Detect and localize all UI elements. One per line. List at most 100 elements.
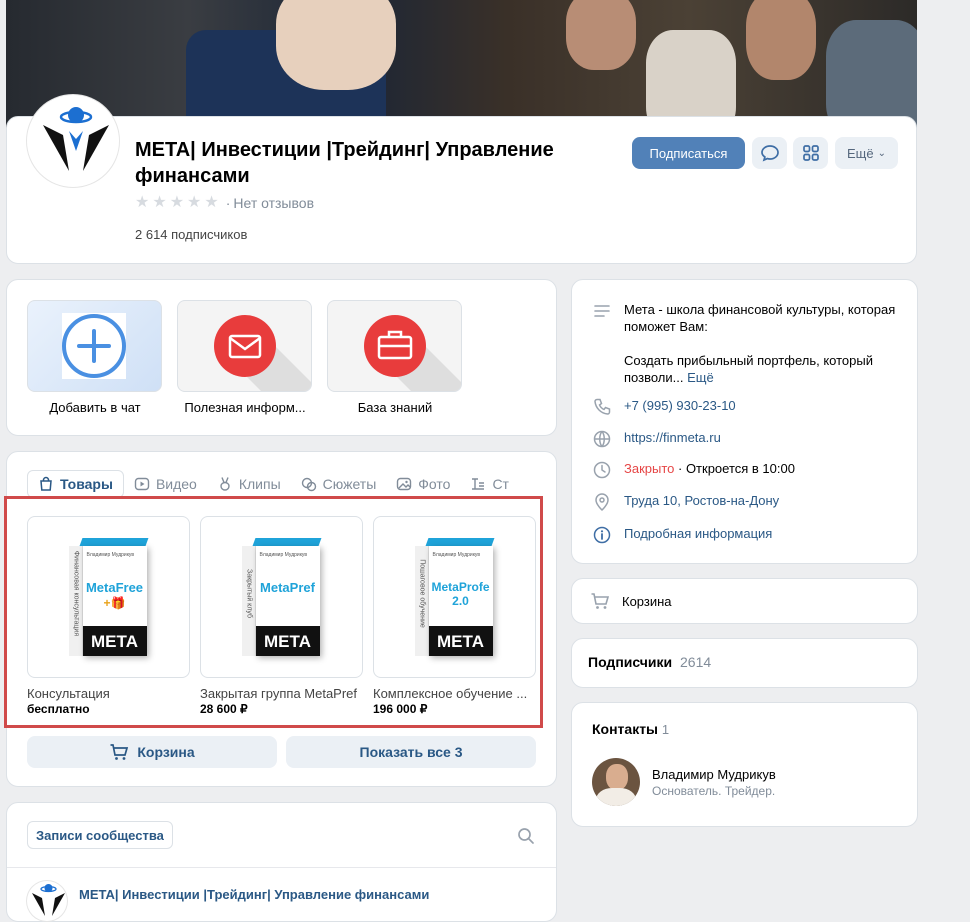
- box-top-text: Владимир Мудрикув: [259, 552, 308, 558]
- phone-number[interactable]: +7 (995) 930-23-10: [624, 397, 736, 414]
- opens-text: · Откроется в 10:00: [674, 461, 795, 476]
- grid-icon: [802, 145, 819, 161]
- contacts-card: Контакты 1 Владимир Мудрикув Основатель.…: [571, 702, 918, 827]
- apps-button[interactable]: [793, 137, 828, 169]
- box-side-text: Закрытый клуб: [245, 568, 252, 618]
- closed-status: Закрыто: [624, 461, 675, 476]
- description-more-link[interactable]: Ещё: [687, 370, 714, 385]
- product-name[interactable]: Комплексное обучение ...: [373, 686, 536, 701]
- hours-row[interactable]: Закрыто · Откроется в 10:00: [592, 460, 795, 480]
- briefcase-icon: [364, 315, 461, 391]
- tab-goods[interactable]: Товары: [27, 470, 124, 498]
- subscribers-card[interactable]: Подписчики 2614: [571, 638, 918, 688]
- product-name[interactable]: Консультация: [27, 686, 190, 701]
- post-avatar[interactable]: [27, 881, 67, 921]
- details-link[interactable]: Подробная информация: [624, 525, 772, 542]
- add-to-chat-tile[interactable]: [27, 300, 162, 392]
- tab-video[interactable]: Видео: [124, 470, 207, 498]
- phone-icon: [594, 398, 611, 415]
- box-brand: МЕТА: [263, 632, 312, 651]
- contact-avatar[interactable]: [592, 758, 640, 806]
- box-title: MetaProfe: [431, 580, 490, 594]
- cart-card[interactable]: Корзина: [571, 578, 918, 624]
- description-row: Мета - школа финансовой культуры, котора…: [592, 301, 902, 386]
- cart-label: Корзина: [137, 744, 195, 760]
- contacts-label: Контакты: [592, 721, 659, 737]
- stories-icon: [301, 477, 316, 492]
- description-text: Создать прибыльный портфель, который поз…: [624, 353, 873, 385]
- chat-label: База знаний: [357, 400, 433, 415]
- tab-label: Фото: [418, 476, 451, 492]
- product-card[interactable]: Владимир Мудрикув Закрытый клуб MetaPref…: [200, 516, 363, 716]
- tab-label: Сюжеты: [322, 476, 377, 492]
- more-button[interactable]: Ещё ⌄: [835, 137, 898, 169]
- address-row[interactable]: Труда 10, Ростов-на-Дону: [592, 492, 779, 512]
- product-price: 28 600 ₽: [200, 702, 248, 716]
- subscribers-number: 2614: [680, 654, 712, 670]
- star-icon: ★: [187, 194, 202, 211]
- chat-tile-useful-info[interactable]: [177, 300, 312, 392]
- rating-separator: ·: [225, 195, 231, 211]
- tab-photo[interactable]: Фото: [386, 470, 460, 498]
- chat-bubble-icon: [760, 145, 779, 162]
- text-lines-icon: [594, 305, 610, 317]
- cart-icon: [110, 744, 129, 760]
- cover-image: [6, 0, 917, 130]
- rating[interactable]: ★ ★ ★ ★ ★ · Нет отзывов: [135, 194, 314, 212]
- chat-tile-knowledge-base[interactable]: [327, 300, 462, 392]
- box-extra: +🎁: [103, 596, 126, 610]
- phone-row[interactable]: +7 (995) 930-23-10: [592, 397, 736, 417]
- box-top-text: Владимир Мудрикув: [86, 552, 135, 558]
- clock-icon: [593, 461, 611, 479]
- box-title: MetaPref: [260, 580, 315, 595]
- cart-button[interactable]: Корзина: [27, 736, 277, 768]
- product-image[interactable]: Владимир Мудрикув Финансовая консультаци…: [27, 516, 190, 678]
- cart-icon: [591, 593, 610, 609]
- search-icon[interactable]: [517, 827, 535, 845]
- star-icon: ★: [152, 194, 167, 211]
- subscribe-button[interactable]: Подписаться: [632, 137, 745, 169]
- divider: [7, 867, 556, 868]
- photo-icon: [397, 477, 412, 491]
- subscribers-count[interactable]: 2 614 подписчиков: [135, 227, 247, 242]
- box-side-text: Пошаговое обучение: [418, 559, 425, 628]
- bag-icon: [40, 476, 52, 491]
- chats-block: Добавить в чат Полезная информ... База з…: [6, 279, 557, 436]
- group-avatar[interactable]: [27, 95, 119, 187]
- subscribers-label: Подписчики: [588, 654, 673, 670]
- box-brand: МЕТА: [90, 632, 139, 651]
- chat-label: Полезная информ...: [184, 400, 306, 415]
- product-price: бесплатно: [27, 702, 90, 716]
- tab-clips[interactable]: Клипы: [207, 470, 291, 498]
- description-text: Мета - школа финансовой культуры, котора…: [624, 302, 896, 334]
- product-image[interactable]: Владимир Мудрикув Закрытый клуб MetaPref…: [200, 516, 363, 678]
- tab-label: Ст: [492, 476, 509, 492]
- tab-stories[interactable]: Сюжеты: [291, 470, 387, 498]
- product-name[interactable]: Закрытая группа MetaPref: [200, 686, 363, 701]
- tab-label: Клипы: [238, 476, 281, 492]
- product-card[interactable]: Владимир Мудрикув Пошаговое обучение Met…: [373, 516, 536, 716]
- contact-name[interactable]: Владимир Мудрикув: [652, 767, 776, 782]
- product-image[interactable]: Владимир Мудрикув Пошаговое обучение Met…: [373, 516, 536, 678]
- contacts-header: Контакты 1: [592, 721, 669, 737]
- video-icon: [134, 477, 150, 491]
- star-icon: ★: [204, 194, 219, 211]
- site-row[interactable]: https://finmeta.ru: [592, 429, 721, 449]
- message-button[interactable]: [752, 137, 787, 169]
- group-header: META| Инвестиции |Трейдинг| Управление ф…: [6, 95, 917, 264]
- meta-logo-icon: [43, 107, 109, 171]
- details-row[interactable]: Подробная информация: [592, 525, 772, 545]
- site-link[interactable]: https://finmeta.ru: [624, 429, 721, 446]
- clips-icon: [220, 477, 230, 491]
- globe-icon: [593, 430, 611, 448]
- location-pin-icon: [595, 493, 609, 512]
- show-all-button[interactable]: Показать все 3: [286, 736, 536, 768]
- box-top-text: Владимир Мудрикув: [432, 552, 481, 558]
- address-link[interactable]: Труда 10, Ростов-на-Дону: [624, 492, 779, 509]
- more-label: Ещё: [847, 145, 874, 161]
- tab-articles[interactable]: Ст: [460, 470, 519, 498]
- product-card[interactable]: Владимир Мудрикув Финансовая консультаци…: [27, 516, 190, 716]
- mail-icon: [214, 315, 311, 391]
- goods-block: Товары Видео Клипы Сюжеты Фото Ст Владим…: [4, 451, 557, 787]
- tab-community-posts[interactable]: Записи сообщества: [27, 821, 173, 849]
